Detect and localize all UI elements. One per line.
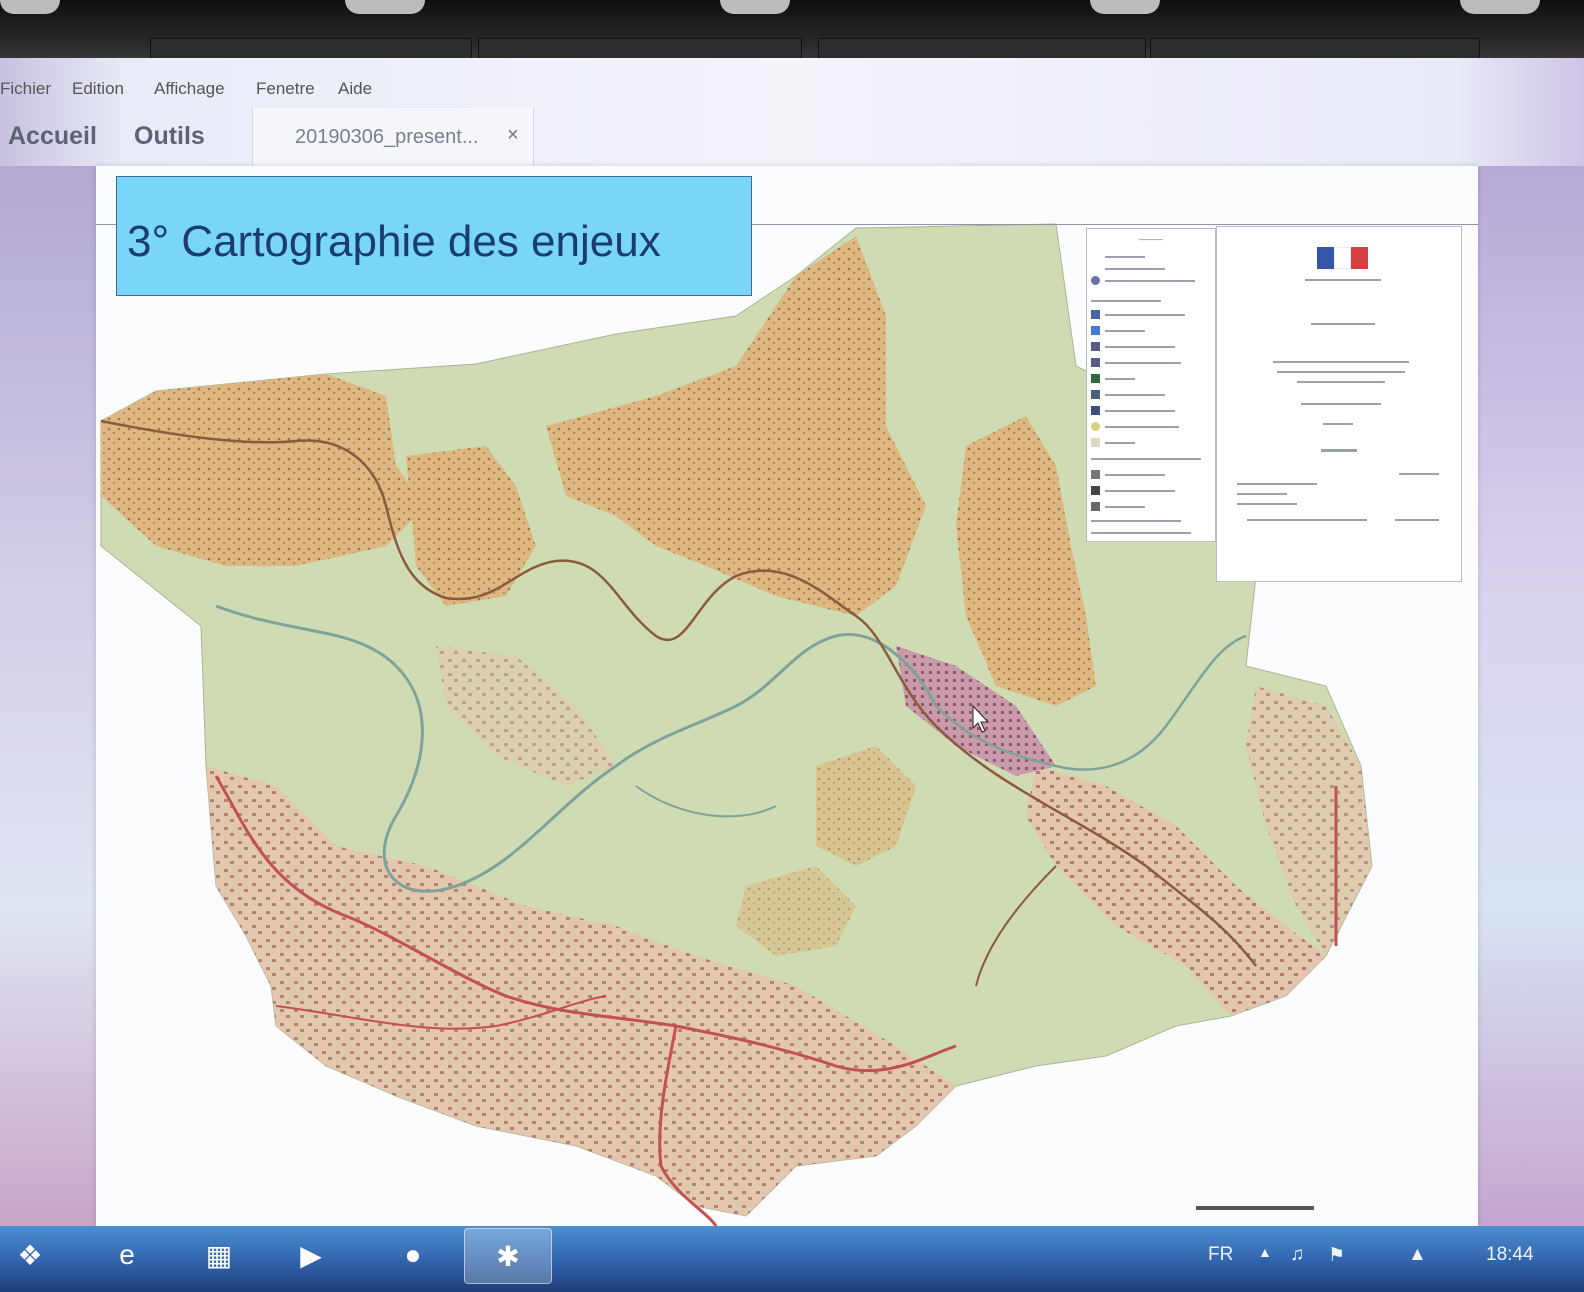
action-center-flag-icon[interactable]: ⚑ xyxy=(1328,1244,1345,1267)
document-background-right xyxy=(1478,166,1584,1226)
map-scale-bar xyxy=(1196,1206,1314,1210)
building-icon xyxy=(1091,342,1100,351)
volume-icon[interactable]: ♫ xyxy=(1290,1244,1304,1266)
ceiling-light xyxy=(0,0,60,14)
document-page: 3° Cartographie des enjeux ——— xyxy=(96,166,1478,1228)
french-republic-flag-icon xyxy=(1317,247,1369,269)
close-tab-icon[interactable]: × xyxy=(507,124,519,147)
legend-symbol-icon xyxy=(1091,276,1100,285)
legend-title: ——— xyxy=(1139,235,1163,244)
projected-screen: Fichier Edition Affichage Fenetre Aide A… xyxy=(0,0,1584,1292)
language-indicator[interactable]: FR xyxy=(1208,1244,1233,1266)
park-icon xyxy=(1091,374,1100,383)
tab-outils[interactable]: Outils xyxy=(134,122,205,151)
tray-expand-icon[interactable]: ▲ xyxy=(1258,1244,1272,1260)
reader-toolbar: Accueil Outils 20190306_present... × xyxy=(0,108,1584,167)
map-title-block xyxy=(1216,226,1462,582)
menu-aide[interactable]: Aide xyxy=(338,79,372,99)
area-swatch-icon xyxy=(1091,438,1100,447)
slide-title-box: 3° Cartographie des enjeux xyxy=(116,176,752,296)
reception-icon xyxy=(1091,422,1100,431)
ceiling-light xyxy=(1090,0,1160,14)
document-tab-label: 20190306_present... xyxy=(295,126,479,148)
adobe-reader-icon[interactable]: ✱ xyxy=(464,1228,552,1284)
shield-icon xyxy=(1091,310,1100,319)
slide-title: 3° Cartographie des enjeux xyxy=(127,217,661,266)
ceiling-light xyxy=(345,0,425,14)
cross-icon xyxy=(1091,486,1100,495)
plane-icon xyxy=(1091,358,1100,367)
menu-fenetre[interactable]: Fenetre xyxy=(256,79,315,99)
menu-bar: Fichier Edition Affichage Fenetre Aide xyxy=(0,74,1584,104)
start-orb-icon[interactable]: ❖ xyxy=(0,1228,60,1282)
media-player-icon[interactable]: ▶ xyxy=(268,1228,354,1282)
projector-frame xyxy=(0,0,1584,62)
menu-affichage[interactable]: Affichage xyxy=(154,79,225,99)
ceiling-light xyxy=(1460,0,1540,14)
file-explorer-icon[interactable]: ▦ xyxy=(176,1228,262,1282)
hotel-icon xyxy=(1091,390,1100,399)
forest-area xyxy=(101,374,426,566)
menu-edition[interactable]: Edition xyxy=(72,79,124,99)
pump-icon xyxy=(1091,502,1100,511)
tab-accueil[interactable]: Accueil xyxy=(8,122,97,151)
document-background-left xyxy=(0,166,96,1226)
ceiling-light xyxy=(720,0,790,14)
map-legend: ——— xyxy=(1086,228,1216,542)
document-tab[interactable]: 20190306_present... × xyxy=(252,108,534,166)
menu-fichier[interactable]: Fichier xyxy=(0,79,51,99)
network-icon[interactable]: ▲ xyxy=(1408,1244,1427,1266)
service-icon xyxy=(1091,406,1100,415)
firefox-icon[interactable]: ● xyxy=(370,1228,456,1282)
internet-explorer-icon[interactable]: e xyxy=(84,1228,170,1282)
windows-taskbar: ❖ e ▦ ▶ ● ✱ FR ▲ ♫ ⚑ ▲ 18:44 xyxy=(0,1226,1584,1292)
clock-time[interactable]: 18:44 xyxy=(1486,1244,1534,1266)
marker-icon xyxy=(1091,470,1100,479)
triangle-icon xyxy=(1091,326,1100,335)
